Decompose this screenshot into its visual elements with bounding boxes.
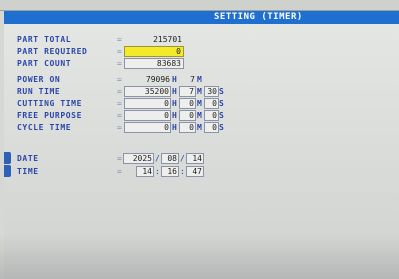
part-total-label: PART TOTAL [17, 35, 72, 44]
power-on-hours: 79096 [145, 75, 170, 84]
run-time-label: RUN TIME [17, 87, 61, 96]
part-required-eq: = [117, 47, 122, 56]
part-count-label: PART COUNT [17, 59, 72, 68]
run-time-minutes: 7 [189, 87, 194, 96]
run-time-seconds: 30 [207, 87, 217, 96]
power-on-h-unit: H [172, 75, 177, 84]
power-on-label: POWER ON [17, 75, 61, 84]
free-purpose-m-unit: M [197, 111, 202, 120]
run-time-hours: 35200 [144, 87, 169, 96]
cutting-time-minutes: 0 [189, 99, 194, 108]
cycle-time-eq: = [117, 123, 122, 132]
date-separator: / [155, 154, 160, 163]
time-label: TIME [17, 167, 39, 176]
time-separator: : [155, 167, 160, 176]
time-minute: 16 [167, 167, 177, 176]
monitor-bezel [0, 0, 399, 11]
cycle-time-label: CYCLE TIME [17, 123, 72, 132]
date-month: 08 [167, 154, 177, 163]
free-purpose-eq: = [117, 111, 122, 120]
time-second: 47 [192, 167, 202, 176]
time-eq: = [117, 167, 122, 176]
part-total-eq: = [117, 35, 122, 44]
run-time-eq: = [117, 87, 122, 96]
time-separator: : [180, 167, 185, 176]
date-label: DATE [17, 154, 39, 163]
date-separator: / [180, 154, 185, 163]
free-purpose-s-unit: S [219, 111, 224, 120]
cutting-time-s-unit: S [219, 99, 224, 108]
cutting-time-label: CUTTING TIME [17, 99, 82, 108]
cutting-time-eq: = [117, 99, 122, 108]
cycle-time-minutes: 0 [189, 123, 194, 132]
free-purpose-h-unit: H [172, 111, 177, 120]
screen-bottom-shade [0, 235, 399, 279]
time-row-marker [4, 165, 11, 177]
power-on-eq: = [117, 75, 122, 84]
free-purpose-minutes: 0 [189, 111, 194, 120]
free-purpose-seconds: 0 [212, 111, 217, 120]
date-year: 2025 [132, 154, 152, 163]
cutting-time-m-unit: M [197, 99, 202, 108]
free-purpose-hours: 0 [164, 111, 169, 120]
cycle-time-m-unit: M [197, 123, 202, 132]
time-hour: 14 [142, 167, 152, 176]
power-on-m-unit: M [197, 75, 202, 84]
screen-title: SETTING (TIMER) [214, 12, 303, 22]
title-bar: SETTING (TIMER) [4, 11, 399, 24]
cycle-time-seconds: 0 [212, 123, 217, 132]
cycle-time-s-unit: S [219, 123, 224, 132]
part-required-value: 0 [176, 47, 181, 56]
run-time-h-unit: H [172, 87, 177, 96]
part-count-eq: = [117, 59, 122, 68]
power-on-minutes: 7 [190, 75, 195, 84]
cycle-time-hours: 0 [164, 123, 169, 132]
cutting-time-seconds: 0 [212, 99, 217, 108]
run-time-s-unit: S [219, 87, 224, 96]
date-day: 14 [192, 154, 202, 163]
date-eq: = [117, 154, 122, 163]
part-required-label: PART REQUIRED [17, 47, 88, 56]
part-count-value: 83683 [156, 59, 181, 68]
free-purpose-label: FREE PURPOSE [17, 111, 82, 120]
date-row-marker [4, 152, 11, 164]
cutting-time-hours: 0 [164, 99, 169, 108]
part-total-value: 215701 [153, 35, 182, 44]
cutting-time-h-unit: H [172, 99, 177, 108]
run-time-m-unit: M [197, 87, 202, 96]
cycle-time-h-unit: H [172, 123, 177, 132]
